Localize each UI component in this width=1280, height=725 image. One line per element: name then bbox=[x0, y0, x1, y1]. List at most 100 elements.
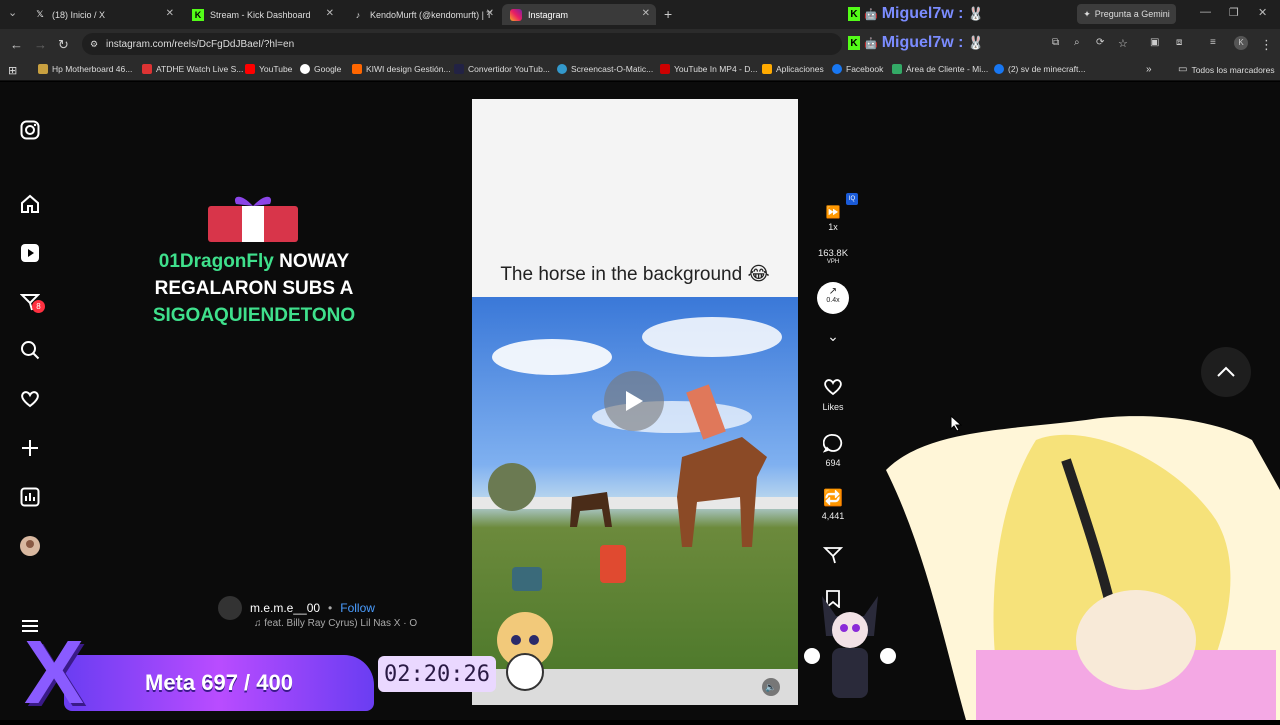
chibi-avatar-image bbox=[488, 602, 562, 692]
extension-icon[interactable]: ▣ bbox=[1150, 37, 1159, 48]
bookmark-item[interactable]: Área de Cliente - Mi... bbox=[892, 64, 988, 74]
instagram-logo-icon bbox=[510, 8, 522, 21]
chat-overlay-user: K 🤖 Miguel7w : 🐰 bbox=[848, 32, 984, 54]
close-icon[interactable]: ✕ bbox=[166, 8, 174, 19]
forward-icon[interactable]: → bbox=[34, 37, 47, 52]
apps-grid-icon[interactable]: ⊞ bbox=[8, 64, 17, 77]
heart-icon[interactable] bbox=[18, 387, 42, 411]
trend-button[interactable]: ↗ 0.4x bbox=[817, 282, 849, 314]
avatar-icon: 🐰 bbox=[967, 6, 984, 21]
play-button[interactable] bbox=[604, 371, 664, 431]
bookmark-label: Screencast-O-Matic... bbox=[571, 64, 654, 74]
minimize-icon[interactable]: — bbox=[1200, 6, 1211, 18]
tab-label: (18) Inicio / X bbox=[52, 9, 106, 20]
reload-icon[interactable]: ↻ bbox=[58, 37, 69, 53]
tab-label: Instagram bbox=[528, 9, 569, 20]
avatar[interactable] bbox=[218, 596, 242, 620]
zoom-icon[interactable]: ⌕ bbox=[1074, 37, 1080, 48]
tab-x[interactable]: 𝕏 (18) Inicio / X ✕ bbox=[26, 4, 180, 25]
bookmark-item[interactable]: YouTube In MP4 - D... bbox=[660, 64, 757, 74]
translate-icon[interactable]: ⧉ bbox=[1052, 37, 1059, 48]
instagram-logo-icon[interactable] bbox=[18, 118, 42, 142]
alert-text: NOWAY bbox=[279, 251, 350, 272]
bookmark-item[interactable]: Google bbox=[300, 64, 341, 74]
close-icon[interactable]: ✕ bbox=[326, 8, 334, 19]
tab-kick[interactable]: K Stream - Kick Dashboard ✕ bbox=[184, 4, 340, 25]
bookmark-item[interactable]: (2) sv de minecraft... bbox=[994, 64, 1085, 74]
dashboard-icon[interactable] bbox=[18, 485, 42, 509]
profile-avatar[interactable]: K bbox=[1234, 36, 1248, 50]
bookmark-item[interactable]: ATDHE Watch Live S... bbox=[142, 64, 243, 74]
like-button[interactable]: Likes bbox=[812, 377, 854, 412]
bookmark-icon bbox=[892, 64, 902, 74]
bookmark-item[interactable]: KIWI design Gestión... bbox=[352, 64, 451, 74]
close-icon[interactable]: ✕ bbox=[486, 8, 494, 19]
tab-tiktok[interactable]: ♪ KendoMurft (@kendomurft) | T ✕ bbox=[344, 4, 500, 25]
bookmark-item[interactable]: Convertidor YouTub... bbox=[454, 64, 550, 74]
window-close-icon[interactable]: ✕ bbox=[1258, 6, 1267, 19]
reels-icon[interactable] bbox=[18, 241, 42, 265]
bookmark-label: Google bbox=[314, 64, 342, 74]
comment-icon bbox=[822, 434, 843, 453]
media-icon[interactable]: ≡ bbox=[1210, 37, 1216, 48]
more-bookmarks-icon[interactable]: » bbox=[1146, 64, 1152, 75]
vph-label: VPH bbox=[826, 259, 840, 265]
bookmark-item[interactable]: Facebook bbox=[832, 64, 883, 74]
bookmark-label: YouTube bbox=[259, 64, 293, 74]
comment-button[interactable]: 694 bbox=[812, 433, 854, 468]
overlay-username: Miguel7w : bbox=[881, 5, 964, 22]
bookmark-item[interactable]: Aplicaciones bbox=[762, 64, 824, 74]
repost-icon: 🔁 bbox=[823, 490, 843, 507]
tab-bar: ⌄ 𝕏 (18) Inicio / X ✕ K Stream - Kick Da… bbox=[0, 0, 1280, 29]
follow-button[interactable]: Follow bbox=[340, 601, 375, 615]
comments-count: 694 bbox=[825, 458, 841, 468]
playback-speed-button[interactable]: ⏩ 1x bbox=[812, 205, 854, 232]
url-input[interactable]: ⚙ instagram.com/reels/DcFgDdJBaeI/?hl=en bbox=[82, 33, 842, 55]
extensions-icon[interactable]: ⧈ bbox=[1176, 37, 1182, 48]
facebook-icon bbox=[832, 64, 842, 74]
back-icon[interactable]: ← bbox=[10, 37, 23, 52]
create-icon[interactable] bbox=[18, 436, 42, 460]
alert-user: 01DragonFly bbox=[158, 251, 274, 272]
chevron-down-icon[interactable]: ⌄ bbox=[812, 328, 854, 345]
bookmark-label: ATDHE Watch Live S... bbox=[156, 64, 244, 74]
gemini-label: Pregunta a Gemini bbox=[1094, 9, 1170, 19]
profile-avatar[interactable] bbox=[18, 534, 42, 558]
home-icon[interactable] bbox=[18, 192, 42, 216]
menu-icon[interactable]: ⋮ bbox=[1260, 37, 1273, 53]
separator-dot: • bbox=[328, 601, 333, 615]
search-icon[interactable] bbox=[18, 338, 42, 362]
x-logo-icon: X bbox=[24, 623, 85, 723]
new-tab-icon[interactable]: + bbox=[664, 6, 672, 22]
x-logo-icon: 𝕏 bbox=[36, 9, 44, 19]
folder-icon: ▭ bbox=[1178, 64, 1188, 75]
alert-target: SIGOAQUIENDETONO bbox=[152, 305, 356, 326]
tab-search-icon[interactable]: ⌄ bbox=[8, 6, 17, 19]
bookmark-star-icon[interactable]: ☆ bbox=[1118, 37, 1128, 50]
gift-icon bbox=[206, 192, 300, 247]
tiktok-logo-icon: ♪ bbox=[355, 9, 361, 20]
tab-instagram[interactable]: Instagram ✕ bbox=[502, 4, 656, 25]
install-icon[interactable]: ⟳ bbox=[1096, 37, 1104, 48]
bookmark-item[interactable]: Hp Motherboard 46... bbox=[38, 64, 132, 74]
mute-icon[interactable]: 🔈 bbox=[762, 678, 780, 696]
alert-line-2: REGALARON SUBS A bbox=[154, 278, 354, 299]
bookmark-item[interactable]: Screencast-O-Matic... bbox=[557, 64, 653, 74]
restore-icon[interactable]: ❐ bbox=[1229, 6, 1239, 19]
bookmark-icon bbox=[142, 64, 152, 74]
close-icon[interactable]: ✕ bbox=[642, 8, 650, 19]
previous-reel-button[interactable] bbox=[1201, 347, 1251, 397]
mouse-cursor-icon bbox=[950, 414, 963, 436]
share-button[interactable] bbox=[812, 545, 854, 567]
kick-logo-icon: K bbox=[848, 36, 860, 50]
poster-username[interactable]: m.e.m.e__00 bbox=[250, 601, 320, 615]
repost-button[interactable]: 🔁 4,441 bbox=[812, 488, 854, 521]
youtube-icon bbox=[245, 64, 255, 74]
bookmark-label: Área de Cliente - Mi... bbox=[906, 64, 989, 74]
bookmark-item[interactable]: YouTube bbox=[245, 64, 292, 74]
kick-logo-icon: K bbox=[848, 7, 860, 21]
site-info-icon[interactable]: ⚙ bbox=[90, 39, 98, 50]
gemini-button[interactable]: ✦ Pregunta a Gemini bbox=[1077, 4, 1176, 24]
all-bookmarks[interactable]: ▭ Todos los marcadores bbox=[1178, 64, 1275, 75]
notification-badge: 8 bbox=[32, 300, 45, 313]
